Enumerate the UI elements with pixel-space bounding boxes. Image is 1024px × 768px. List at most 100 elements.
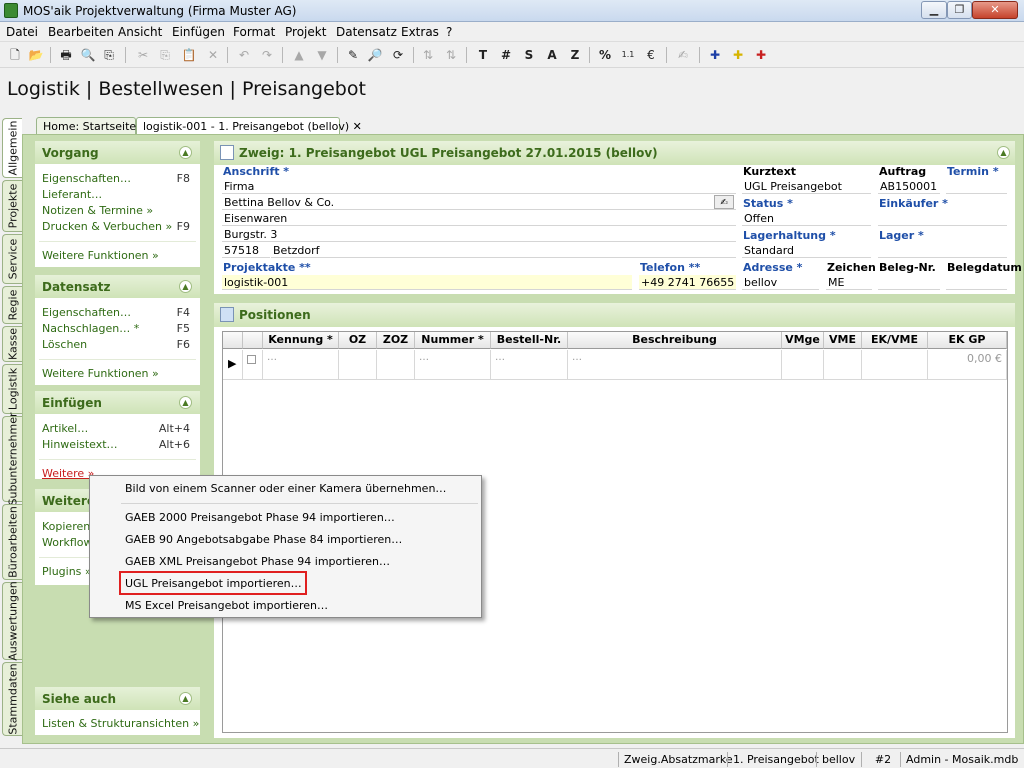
side-tab-allgemein[interactable]: Allgemein bbox=[2, 118, 22, 178]
side-tab-bueroarbeiten[interactable]: Büroarbeiten bbox=[2, 504, 22, 580]
col-ekgp[interactable]: EK GP bbox=[928, 332, 1007, 349]
col-nummer[interactable]: Nummer * bbox=[415, 332, 491, 349]
copy-icon[interactable]: ⎘ bbox=[156, 46, 174, 64]
tab-home[interactable]: Home: Startseite bbox=[36, 117, 136, 135]
collapse-icon[interactable]: ▲ bbox=[997, 146, 1010, 159]
action-eigenschaften[interactable]: Eigenschaften… F8 bbox=[35, 171, 200, 187]
zeichen-field[interactable]: ME bbox=[826, 275, 872, 290]
lager-field[interactable] bbox=[878, 243, 1007, 258]
menu-projekt[interactable]: Projekt bbox=[285, 25, 326, 39]
cell-vmge[interactable] bbox=[782, 350, 824, 380]
action-listen[interactable]: Listen & Strukturansichten » bbox=[35, 716, 200, 732]
anschrift-line-1[interactable]: Firma bbox=[222, 179, 736, 194]
cell-kennung[interactable]: … bbox=[263, 350, 339, 380]
open-folder-icon[interactable]: 📂 bbox=[27, 46, 45, 64]
delete-icon[interactable]: ✕ bbox=[204, 46, 222, 64]
menu-item-gaebxml[interactable]: GAEB XML Preisangebot Phase 94 importier… bbox=[125, 555, 390, 568]
insert-z-button[interactable]: Z bbox=[566, 46, 584, 64]
print-icon[interactable]: 🖶 bbox=[57, 46, 75, 64]
action-drucken[interactable]: Drucken & Verbuchen » F9 bbox=[35, 219, 200, 235]
insert-a-button[interactable]: A bbox=[543, 46, 561, 64]
menu-item-gaeb2000[interactable]: GAEB 2000 Preisangebot Phase 94 importie… bbox=[125, 511, 395, 524]
menu-bearbeiten[interactable]: Bearbeiten bbox=[48, 25, 114, 39]
menu-einfuegen[interactable]: Einfügen bbox=[172, 25, 225, 39]
collapse-icon[interactable]: ▲ bbox=[179, 146, 192, 159]
side-tab-service[interactable]: Service bbox=[2, 234, 22, 284]
plz-field[interactable]: 57518 bbox=[222, 243, 270, 258]
insert-text-button[interactable]: T bbox=[474, 46, 492, 64]
side-tab-auswertungen[interactable]: Auswertungen bbox=[2, 581, 22, 661]
cell-ekvme[interactable] bbox=[862, 350, 928, 380]
termin-field[interactable] bbox=[946, 179, 1007, 194]
insert-number-button[interactable]: # bbox=[497, 46, 515, 64]
belegdatum-field[interactable] bbox=[946, 275, 1007, 290]
puzzle-red-icon[interactable]: ✚ bbox=[752, 46, 770, 64]
action-hinweistext[interactable]: Hinweistext… Alt+6 bbox=[35, 437, 200, 453]
status-field[interactable]: Offen bbox=[742, 211, 871, 226]
new-document-icon[interactable]: 🗋 bbox=[6, 46, 24, 64]
side-tab-regie[interactable]: Regie bbox=[2, 286, 22, 324]
menu-ansicht[interactable]: Ansicht bbox=[118, 25, 162, 39]
collapse-icon[interactable]: ▲ bbox=[179, 396, 192, 409]
col-kennung[interactable]: Kennung * bbox=[263, 332, 339, 349]
insert-sum-button[interactable]: S bbox=[520, 46, 538, 64]
cell-oz[interactable] bbox=[339, 350, 377, 380]
anschrift-line-4[interactable]: Burgstr. 3 bbox=[222, 227, 736, 242]
auftrag-field[interactable]: AB150001 bbox=[878, 179, 940, 194]
menu-datensatz[interactable]: Datensatz bbox=[336, 25, 397, 39]
anschrift-line-2[interactable]: Bettina Bellov & Co. ✍ bbox=[222, 195, 736, 210]
cut-icon[interactable]: ✂ bbox=[134, 46, 152, 64]
action-lieferant[interactable]: Lieferant… bbox=[35, 187, 200, 203]
col-vmge[interactable]: VMge bbox=[782, 332, 824, 349]
cell-beschreibung[interactable]: … bbox=[568, 350, 782, 380]
side-tab-subunternehmer[interactable]: Subunternehmer bbox=[2, 412, 22, 506]
cell-ekgp[interactable]: 0,00 € bbox=[928, 350, 1007, 380]
side-tab-projekte[interactable]: Projekte bbox=[2, 180, 22, 232]
numbering-icon[interactable]: 1.1 bbox=[619, 46, 637, 64]
puzzle-yellow-icon[interactable]: ✚ bbox=[729, 46, 747, 64]
cell-zoz[interactable] bbox=[377, 350, 415, 380]
telefon-field[interactable]: +49 2741 76655 bbox=[639, 275, 736, 290]
tab-preisangebot[interactable]: logistik-001 - 1. Preisangebot (bellov) … bbox=[136, 117, 362, 135]
section-datensatz-header[interactable]: Datensatz ▲ bbox=[35, 275, 200, 298]
projektakte-field[interactable]: logistik-001 bbox=[222, 275, 632, 290]
col-zoz[interactable]: ZOZ bbox=[377, 332, 415, 349]
cell-vme[interactable] bbox=[824, 350, 862, 380]
belegnr-field[interactable] bbox=[878, 275, 940, 290]
refresh-icon[interactable]: ⟳ bbox=[389, 46, 407, 64]
action-artikel[interactable]: Artikel… Alt+4 bbox=[35, 421, 200, 437]
close-button[interactable]: ✕ bbox=[972, 1, 1018, 19]
collapse-icon[interactable]: ▲ bbox=[179, 692, 192, 705]
cell-nummer[interactable]: … bbox=[415, 350, 491, 380]
action-ds-eigenschaften[interactable]: Eigenschaften… F4 bbox=[35, 305, 200, 321]
undo-icon[interactable]: ↶ bbox=[235, 46, 253, 64]
kurztext-field[interactable]: UGL Preisangebot bbox=[742, 179, 871, 194]
paste-icon[interactable]: 📋 bbox=[180, 46, 198, 64]
menu-extras[interactable]: Extras bbox=[401, 25, 439, 39]
lagerhaltung-field[interactable]: Standard bbox=[742, 243, 871, 258]
sign-icon[interactable]: ✍ bbox=[674, 46, 692, 64]
currency-icon[interactable]: € bbox=[642, 46, 660, 64]
signature-icon[interactable]: ✍ bbox=[714, 195, 734, 209]
col-vme[interactable]: VME bbox=[824, 332, 862, 349]
menu-item-scanner[interactable]: Bild von einem Scanner oder einer Kamera… bbox=[125, 482, 446, 495]
move-up-icon[interactable]: ▲ bbox=[290, 46, 308, 64]
anschrift-line-3[interactable]: Eisenwaren bbox=[222, 211, 736, 226]
copy-document-icon[interactable]: ⎘ bbox=[100, 46, 118, 64]
col-ekvme[interactable]: EK/VME bbox=[862, 332, 928, 349]
minimize-button[interactable]: ▁ bbox=[921, 1, 947, 19]
sort-descending-icon[interactable]: ⇅ bbox=[442, 46, 460, 64]
section-siehe-auch-header[interactable]: Siehe auch ▲ bbox=[35, 687, 200, 710]
puzzle-blue-icon[interactable]: ✚ bbox=[706, 46, 724, 64]
action-notizen[interactable]: Notizen & Termine » bbox=[35, 203, 200, 219]
menu-help[interactable]: ? bbox=[446, 25, 452, 39]
action-ds-weitere-funktionen[interactable]: Weitere Funktionen » bbox=[35, 366, 200, 382]
menu-item-excel[interactable]: MS Excel Preisangebot importieren… bbox=[125, 599, 328, 612]
action-nachschlagen[interactable]: Nachschlagen… * F5 bbox=[35, 321, 200, 337]
col-oz[interactable]: OZ bbox=[339, 332, 377, 349]
einkaeufer-field[interactable] bbox=[878, 211, 1007, 226]
col-bestellnr[interactable]: Bestell-Nr. bbox=[491, 332, 568, 349]
side-tab-kasse[interactable]: Kasse bbox=[2, 326, 22, 362]
maximize-button[interactable]: ❐ bbox=[947, 1, 972, 19]
action-loeschen[interactable]: Löschen F6 bbox=[35, 337, 200, 353]
